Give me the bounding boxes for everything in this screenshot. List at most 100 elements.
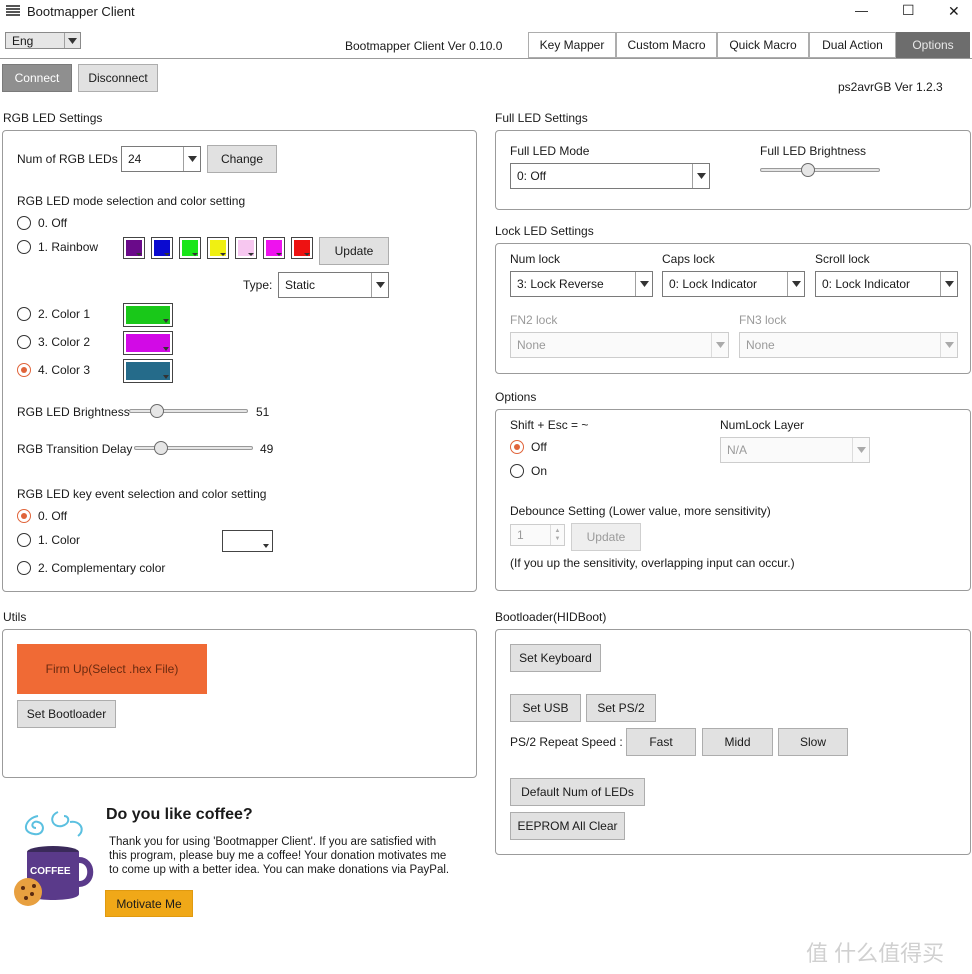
full-led-brightness-slider[interactable] — [760, 163, 880, 177]
default-leds-button[interactable]: Default Num of LEDs — [510, 778, 645, 806]
maximize-icon[interactable]: ☐ — [902, 2, 915, 19]
shift-radio-off[interactable]: Off — [510, 440, 547, 454]
tab-quick-macro[interactable]: Quick Macro — [717, 32, 809, 58]
color3-picker[interactable] — [123, 359, 173, 383]
chevron-down-icon — [371, 273, 388, 297]
firm-up-button[interactable]: Firm Up(Select .hex File) — [17, 644, 207, 694]
slider-thumb[interactable] — [150, 404, 164, 418]
transition-delay-label: RGB Transition Delay — [17, 442, 133, 456]
caps-lock-label: Caps lock — [662, 252, 715, 266]
rainbow-swatch-6[interactable] — [263, 237, 285, 259]
tab-key-mapper[interactable]: Key Mapper — [528, 32, 616, 58]
slider-thumb[interactable] — [154, 441, 168, 455]
caps-lock-select[interactable]: 0: Lock Indicator — [662, 271, 805, 297]
radio-circle — [17, 216, 31, 230]
options-title: Options — [495, 390, 537, 404]
brightness-slider[interactable] — [129, 404, 248, 418]
chevron-down-icon — [787, 272, 804, 296]
app-menu-icon[interactable] — [6, 5, 20, 17]
type-label: Type: — [243, 278, 273, 292]
shift-radio-on[interactable]: On — [510, 464, 547, 478]
chevron-down-icon — [852, 438, 869, 462]
firmware-version: ps2avrGB Ver 1.2.3 — [838, 80, 943, 94]
rainbow-swatch-2[interactable] — [151, 237, 173, 259]
key-color-picker[interactable] — [222, 530, 273, 552]
fast-button[interactable]: Fast — [626, 728, 696, 756]
mode-radio-color1[interactable]: 2. Color 1 — [17, 307, 90, 321]
full-led-title: Full LED Settings — [495, 111, 588, 125]
num-leds-select[interactable]: 24 — [121, 146, 201, 172]
mode-radio-color2[interactable]: 3. Color 2 — [17, 335, 90, 349]
connect-button[interactable]: Connect — [2, 64, 72, 92]
full-led-mode-label: Full LED Mode — [510, 144, 590, 158]
slow-button[interactable]: Slow — [778, 728, 848, 756]
rainbow-swatch-5[interactable] — [235, 237, 257, 259]
radio-circle — [17, 561, 31, 575]
chevron-down-icon — [940, 333, 957, 357]
num-lock-label: Num lock — [510, 252, 561, 266]
fn3-lock-select[interactable]: None — [739, 332, 958, 358]
tab-dual-action[interactable]: Dual Action — [809, 32, 896, 58]
scroll-lock-label: Scroll lock — [815, 252, 870, 266]
radio-circle — [17, 240, 31, 254]
set-bootloader-button[interactable]: Set Bootloader — [17, 700, 116, 728]
key-radio-off[interactable]: 0. Off — [17, 509, 67, 523]
coffee-mug-icon: COFFEE — [8, 808, 98, 912]
rainbow-swatch-3[interactable] — [179, 237, 201, 259]
spinner-arrows-icon[interactable]: ▲ ▼ — [550, 525, 564, 545]
rainbow-swatch-7[interactable] — [291, 237, 313, 259]
set-keyboard-button[interactable]: Set Keyboard — [510, 644, 601, 672]
fn2-lock-select[interactable]: None — [510, 332, 729, 358]
transition-delay-slider[interactable] — [134, 441, 253, 455]
transition-delay-value: 49 — [260, 442, 274, 456]
coffee-text-line2: this program, please buy me a coffee! Yo… — [109, 850, 447, 862]
coffee-text-line1: Thank you for using 'Bootmapper Client'.… — [109, 836, 437, 848]
mode-radio-color3[interactable]: 4. Color 3 — [17, 363, 90, 377]
shift-esc-label: Shift + Esc = ~ — [510, 418, 589, 432]
set-usb-button[interactable]: Set USB — [510, 694, 581, 722]
tab-options[interactable]: Options — [896, 32, 970, 58]
brightness-value: 51 — [256, 405, 270, 419]
num-lock-select[interactable]: 3: Lock Reverse — [510, 271, 653, 297]
radio-circle — [17, 335, 31, 349]
debounce-update-button[interactable]: Update — [571, 523, 641, 551]
repeat-speed-label: PS/2 Repeat Speed : — [510, 735, 623, 749]
full-led-mode-select[interactable]: 0: Off — [510, 163, 710, 189]
type-select[interactable]: Static — [278, 272, 389, 298]
tab-custom-macro[interactable]: Custom Macro — [616, 32, 717, 58]
mode-radio-off[interactable]: 0. Off — [17, 216, 67, 230]
radio-circle — [17, 533, 31, 547]
rainbow-swatch-1[interactable] — [123, 237, 145, 259]
chevron-down-icon — [692, 164, 709, 188]
debounce-note: (If you up the sensitivity, overlapping … — [510, 556, 795, 570]
rainbow-update-button[interactable]: Update — [319, 237, 389, 265]
midd-button[interactable]: Midd — [702, 728, 773, 756]
close-icon[interactable]: ✕ — [948, 3, 960, 20]
language-select[interactable]: Eng — [5, 32, 81, 49]
slider-thumb[interactable] — [801, 163, 815, 177]
color2-picker[interactable] — [123, 331, 173, 355]
chevron-down-icon — [183, 147, 200, 171]
utils-title: Utils — [3, 610, 27, 624]
rainbow-swatch-4[interactable] — [207, 237, 229, 259]
chevron-down-icon — [635, 272, 652, 296]
radio-circle — [17, 307, 31, 321]
disconnect-button[interactable]: Disconnect — [78, 64, 158, 92]
num-leds-label: Num of RGB LEDs — [17, 152, 118, 166]
brightness-label: RGB LED Brightness — [17, 405, 130, 419]
numlock-layer-select[interactable]: N/A — [720, 437, 870, 463]
chevron-down-icon — [64, 33, 80, 48]
mode-radio-rainbow[interactable]: 1. Rainbow — [17, 240, 98, 254]
debounce-spinner[interactable]: 1 ▲ ▼ — [510, 524, 565, 546]
motivate-me-button[interactable]: Motivate Me — [105, 890, 193, 917]
debounce-label: Debounce Setting (Lower value, more sens… — [510, 504, 771, 518]
key-radio-color[interactable]: 1. Color — [17, 533, 80, 547]
radio-circle — [510, 464, 524, 478]
change-button[interactable]: Change — [207, 145, 277, 173]
minimize-icon[interactable]: — — [855, 3, 868, 18]
key-radio-complementary[interactable]: 2. Complementary color — [17, 561, 165, 575]
set-ps2-button[interactable]: Set PS/2 — [586, 694, 656, 722]
color1-picker[interactable] — [123, 303, 173, 327]
eeprom-clear-button[interactable]: EEPROM All Clear — [510, 812, 625, 840]
scroll-lock-select[interactable]: 0: Lock Indicator — [815, 271, 958, 297]
